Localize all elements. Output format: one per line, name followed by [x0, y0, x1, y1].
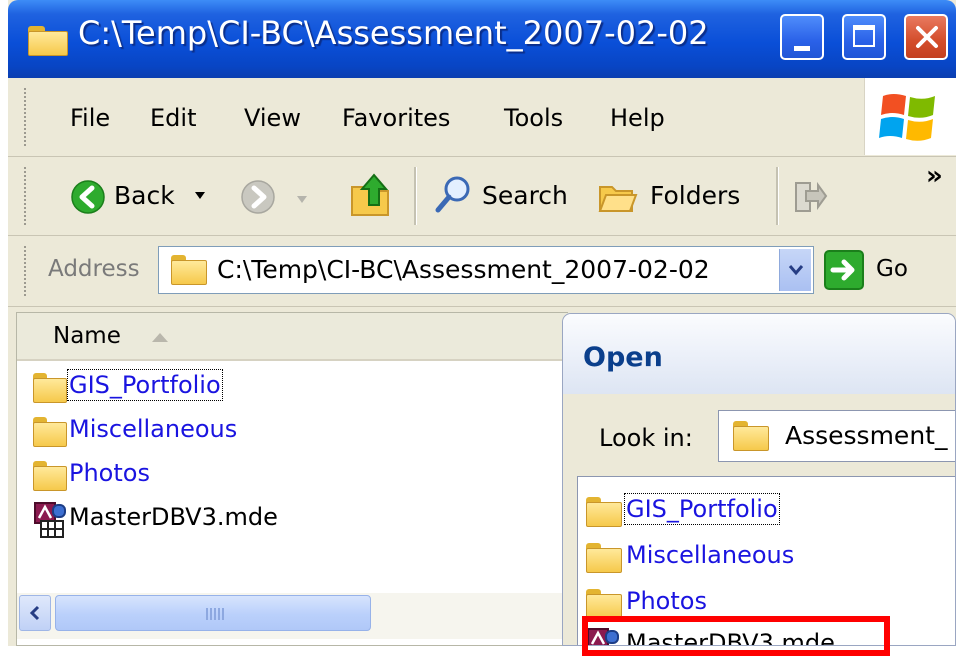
search-icon	[435, 176, 470, 213]
folders-icon	[598, 186, 638, 212]
search-button[interactable]: Search	[432, 175, 582, 219]
scroll-grip	[206, 608, 224, 620]
dialog-title-bar[interactable]: Open	[563, 314, 955, 394]
chevron-left-icon	[29, 605, 40, 621]
forward-arrow-icon	[241, 180, 275, 214]
folder-icon	[586, 589, 622, 619]
menu-file[interactable]: File	[70, 104, 110, 132]
address-label: Address	[48, 256, 140, 282]
file-list-pane: Name GIS_Portfolio Miscellaneous Photos …	[16, 312, 569, 646]
back-arrow-icon	[71, 180, 105, 214]
window-title: C:\Temp\CI-BC\Assessment_2007-02-02	[78, 14, 709, 52]
minimize-button[interactable]	[780, 14, 824, 60]
title-bar[interactable]: C:\Temp\CI-BC\Assessment_2007-02-02	[8, 0, 956, 78]
list-item[interactable]: MasterDBV3.mde	[33, 501, 333, 539]
toolbar-overflow[interactable]: »	[926, 161, 943, 191]
toolbar-separator	[414, 167, 417, 225]
close-icon	[916, 26, 938, 48]
address-bar: Address C:\Temp\CI-BC\Assessment_2007-02…	[8, 236, 956, 307]
name-column-header[interactable]: Name	[17, 313, 569, 361]
menu-view[interactable]: View	[244, 104, 301, 132]
file-name: Miscellaneous	[69, 415, 238, 443]
scroll-left-button[interactable]	[19, 595, 51, 631]
sort-ascending-icon	[152, 333, 168, 342]
look-in-dropdown[interactable]: Assessment_	[718, 410, 955, 462]
menu-grip[interactable]	[24, 88, 30, 146]
folder-icon	[33, 461, 67, 491]
folder-icon	[33, 373, 67, 403]
menu-favorites[interactable]: Favorites	[342, 104, 450, 132]
file-name: Miscellaneous	[626, 541, 795, 569]
go-label: Go	[876, 256, 908, 282]
logo-area	[864, 78, 956, 155]
folders-label: Folders	[650, 181, 741, 210]
toolbar-separator-2	[776, 167, 779, 225]
close-button[interactable]	[904, 14, 948, 60]
forward-dropdown-icon[interactable]	[296, 195, 308, 205]
file-name: Photos	[69, 459, 150, 487]
chevron-down-icon	[788, 265, 804, 276]
file-name: Photos	[626, 587, 707, 615]
look-in-value: Assessment_	[785, 421, 948, 450]
scroll-thumb[interactable]	[55, 595, 371, 631]
menu-edit[interactable]: Edit	[150, 104, 196, 132]
file-name: GIS_Portfolio	[67, 369, 223, 401]
folder-icon	[586, 497, 622, 527]
folder-icon	[586, 543, 622, 573]
toolbar-grip[interactable]	[24, 167, 30, 225]
list-item[interactable]: GIS_Portfolio	[33, 369, 333, 407]
standard-toolbar: Back Search Folders »	[8, 157, 956, 236]
highlight-box	[582, 616, 890, 656]
open-dialog: Open Look in: Assessment_ GIS_Portfolio …	[562, 313, 956, 646]
forward-button[interactable]	[240, 175, 330, 219]
address-grip[interactable]	[24, 246, 30, 296]
access-db-icon	[34, 502, 66, 538]
up-folder-icon[interactable]	[348, 171, 396, 219]
back-button[interactable]: Back	[70, 175, 210, 219]
file-name: GIS_Portfolio	[624, 493, 780, 525]
windows-logo-icon	[879, 94, 935, 141]
go-arrow-icon	[824, 250, 864, 290]
move-to-icon[interactable]	[792, 177, 828, 215]
address-field[interactable]: C:\Temp\CI-BC\Assessment_2007-02-02	[158, 246, 814, 294]
search-label: Search	[482, 181, 568, 210]
menu-help[interactable]: Help	[610, 104, 665, 132]
list-item[interactable]: GIS_Portfolio	[586, 493, 886, 531]
list-item[interactable]: Miscellaneous	[33, 413, 333, 451]
maximize-button[interactable]	[842, 14, 886, 60]
file-name: MasterDBV3.mde	[69, 503, 278, 531]
look-in-label: Look in:	[599, 424, 693, 452]
horizontal-scrollbar[interactable]	[17, 593, 569, 639]
folder-icon	[33, 417, 67, 447]
maximize-icon	[853, 25, 875, 47]
go-button[interactable]: Go	[824, 246, 934, 294]
minimize-icon	[794, 46, 810, 51]
address-input[interactable]: C:\Temp\CI-BC\Assessment_2007-02-02	[217, 255, 710, 284]
menu-tools[interactable]: Tools	[504, 104, 563, 132]
folder-icon	[171, 255, 207, 285]
dialog-title: Open	[583, 342, 663, 373]
back-label: Back	[114, 181, 175, 210]
name-column-label: Name	[53, 323, 121, 349]
list-item[interactable]: Photos	[33, 457, 333, 495]
back-dropdown-icon[interactable]	[194, 191, 206, 201]
folder-icon	[28, 26, 68, 56]
address-dropdown-button[interactable]	[779, 249, 811, 291]
list-item[interactable]: Miscellaneous	[586, 539, 886, 577]
folder-icon	[733, 421, 769, 451]
folders-button[interactable]: Folders	[598, 175, 758, 219]
menu-bar: File Edit View Favorites Tools Help	[8, 78, 956, 157]
